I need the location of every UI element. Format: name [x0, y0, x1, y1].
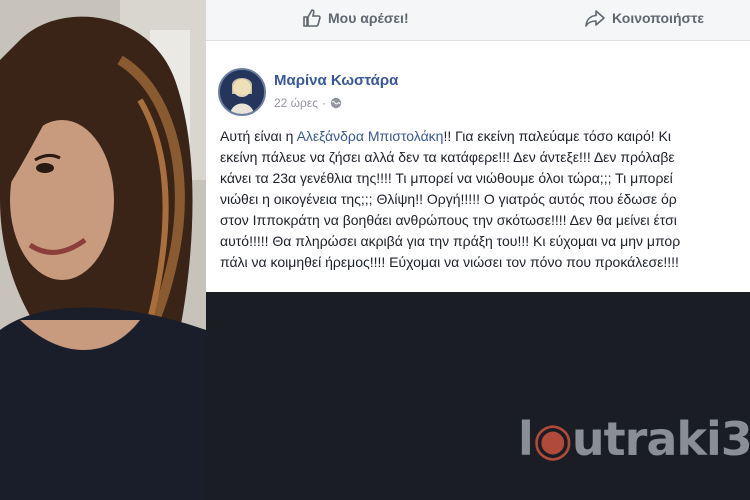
post-timestamp[interactable]: 22 ώρες: [274, 96, 318, 110]
like-label: Μου αρέσει!: [328, 10, 409, 26]
photo-illustration: [0, 0, 206, 500]
post-line-6: αυτό!!!!! Θα πληρώσει ακριβά για την πρά…: [220, 233, 681, 249]
post-line-3: κάνει τα 23α γενέθλια της!!!! Τι μπορεί …: [220, 170, 673, 186]
meta-dot: ·: [322, 96, 327, 110]
globe-icon[interactable]: [330, 97, 342, 109]
post-line-1-pre: Αυτή είναι η: [220, 128, 297, 144]
wifi-symbol-icon: ◉: [532, 412, 573, 466]
share-arrow-icon: [585, 10, 605, 27]
avatar-image: [220, 70, 264, 114]
post-line-1-post: !! Για εκείνη παλεύαμε τόσο καιρό! Κι: [443, 128, 671, 144]
post-body-text: Αυτή είναι η Αλεξάνδρα Μπιστολάκη!! Για …: [220, 126, 750, 273]
profile-photo: [0, 0, 206, 500]
share-button[interactable]: Κοινοποιήστε: [584, 0, 704, 36]
post-line-5: στον Ιπποκράτη να βοηθάει ανθρώπους την …: [220, 212, 677, 228]
tagged-person-link[interactable]: Αλεξάνδρα Μπιστολάκη: [297, 128, 444, 144]
post-line-2: εκείνη πάλευε να ζήσει αλλά δεν τα κατάφ…: [220, 149, 675, 165]
post-line-4: νιώθει η οικογένεια της;;; Θλίψη!! Οργή!…: [220, 191, 677, 207]
post-line-7: πάλι να κοιμηθεί ήρεμος!!!! Εύχομαι να ν…: [220, 254, 679, 270]
facebook-post-card: Μου αρέσει! Κοινοποιήστε Μαρίνα Κωστάρα …: [206, 0, 750, 292]
share-label: Κοινοποιήστε: [612, 10, 704, 26]
post-action-bar: Μου αρέσει! Κοινοποιήστε: [206, 0, 750, 41]
watermark-part-b: utraki36: [571, 412, 750, 466]
post-meta: 22 ώρες ·: [274, 96, 342, 110]
post-header: Μαρίνα Κωστάρα 22 ώρες ·: [218, 64, 738, 116]
site-watermark: l◉utraki36: [518, 412, 750, 466]
post-line-1: Αυτή είναι η Αλεξάνδρα Μπιστολάκη!! Για …: [220, 126, 750, 147]
watermark-part-a: l: [518, 412, 534, 466]
post-author-name[interactable]: Μαρίνα Κωστάρα: [274, 72, 398, 89]
thumbs-up-icon: [303, 9, 321, 27]
like-button[interactable]: Μου αρέσει!: [302, 0, 409, 36]
avatar[interactable]: [218, 68, 266, 116]
dark-background-area: [206, 292, 750, 500]
